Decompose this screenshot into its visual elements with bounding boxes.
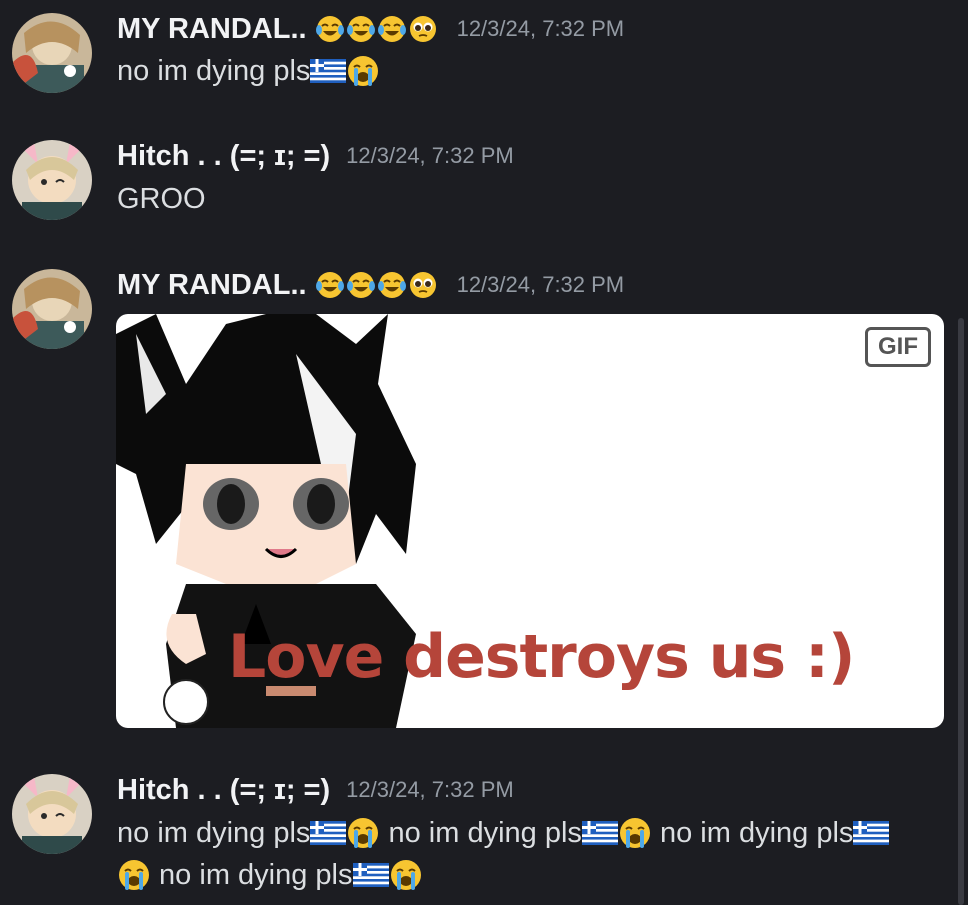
loudly-crying-emoji-icon bbox=[619, 818, 650, 848]
loudly-crying-emoji-icon bbox=[348, 818, 379, 848]
greece-flag-icon bbox=[853, 821, 890, 845]
username[interactable]: Hitch . . (=; ɪ; =) bbox=[117, 774, 330, 807]
avatar-randal[interactable] bbox=[12, 13, 92, 93]
greece-flag-icon bbox=[310, 59, 347, 83]
message-text-segment: no im dying pls bbox=[117, 817, 311, 849]
joy-emoji-icon bbox=[346, 16, 375, 42]
loudly-crying-emoji-icon bbox=[348, 56, 379, 86]
greece-flag-icon bbox=[352, 863, 389, 887]
chat-message-list: MY RANDAL.. 12/3/24, 7:32 PM no im dying… bbox=[0, 0, 968, 905]
avatar-hitch[interactable] bbox=[12, 140, 92, 220]
timestamp[interactable]: 12/3/24, 7:32 PM bbox=[457, 272, 625, 298]
joy-emoji-icon bbox=[377, 16, 406, 42]
joy-emoji-icon bbox=[315, 272, 344, 298]
message-2[interactable]: Hitch . . (=; ɪ; =) 12/3/24, 7:32 PM GRO… bbox=[0, 130, 968, 240]
pleading-emoji-icon bbox=[409, 272, 436, 298]
username-emojis bbox=[315, 14, 439, 44]
message-content: no im dying pls bbox=[117, 50, 947, 92]
message-content: no im dying pls no im dying pls no im dy… bbox=[117, 812, 947, 896]
message-header: Hitch . . (=; ɪ; =) 12/3/24, 7:32 PM bbox=[117, 136, 514, 176]
timestamp[interactable]: 12/3/24, 7:32 PM bbox=[457, 16, 625, 42]
message-text-segment: no im dying pls bbox=[151, 859, 353, 891]
message-header: MY RANDAL.. 12/3/24, 7:32 PM bbox=[117, 265, 624, 305]
message-header: MY RANDAL.. 12/3/24, 7:32 PM bbox=[117, 9, 624, 49]
message-text-segment: no im dying pls bbox=[380, 817, 582, 849]
greece-flag-icon bbox=[581, 821, 618, 845]
gif-caption: Love destroys us :) bbox=[228, 622, 855, 692]
joy-emoji-icon bbox=[346, 272, 375, 298]
username-emojis bbox=[315, 270, 439, 300]
username[interactable]: MY RANDAL.. bbox=[117, 269, 307, 302]
joy-emoji-icon bbox=[377, 272, 406, 298]
scrollbar[interactable] bbox=[958, 318, 964, 905]
loudly-crying-emoji-icon bbox=[390, 860, 421, 890]
avatar-randal[interactable] bbox=[12, 269, 92, 349]
message-content: GROO bbox=[117, 178, 947, 220]
message-4[interactable]: Hitch . . (=; ɪ; =) 12/3/24, 7:32 PM no … bbox=[0, 764, 968, 905]
pleading-emoji-icon bbox=[409, 16, 436, 42]
greece-flag-icon bbox=[310, 821, 347, 845]
avatar-hitch[interactable] bbox=[12, 774, 92, 854]
message-text-segment: no im dying pls bbox=[651, 817, 854, 849]
timestamp[interactable]: 12/3/24, 7:32 PM bbox=[346, 777, 514, 803]
loudly-crying-emoji-icon bbox=[119, 860, 149, 890]
joy-emoji-icon bbox=[315, 16, 344, 42]
username[interactable]: Hitch . . (=; ɪ; =) bbox=[117, 140, 330, 173]
message-text: no im dying pls bbox=[117, 55, 311, 87]
gif-attachment[interactable]: Love destroys us :) GIF bbox=[116, 314, 944, 728]
message-1[interactable]: MY RANDAL.. 12/3/24, 7:32 PM no im dying… bbox=[0, 0, 968, 110]
timestamp[interactable]: 12/3/24, 7:32 PM bbox=[346, 143, 514, 169]
username[interactable]: MY RANDAL.. bbox=[117, 13, 307, 46]
message-header: Hitch . . (=; ɪ; =) 12/3/24, 7:32 PM bbox=[117, 770, 514, 810]
gif-badge: GIF bbox=[865, 327, 931, 367]
message-text: GROO bbox=[117, 183, 206, 215]
